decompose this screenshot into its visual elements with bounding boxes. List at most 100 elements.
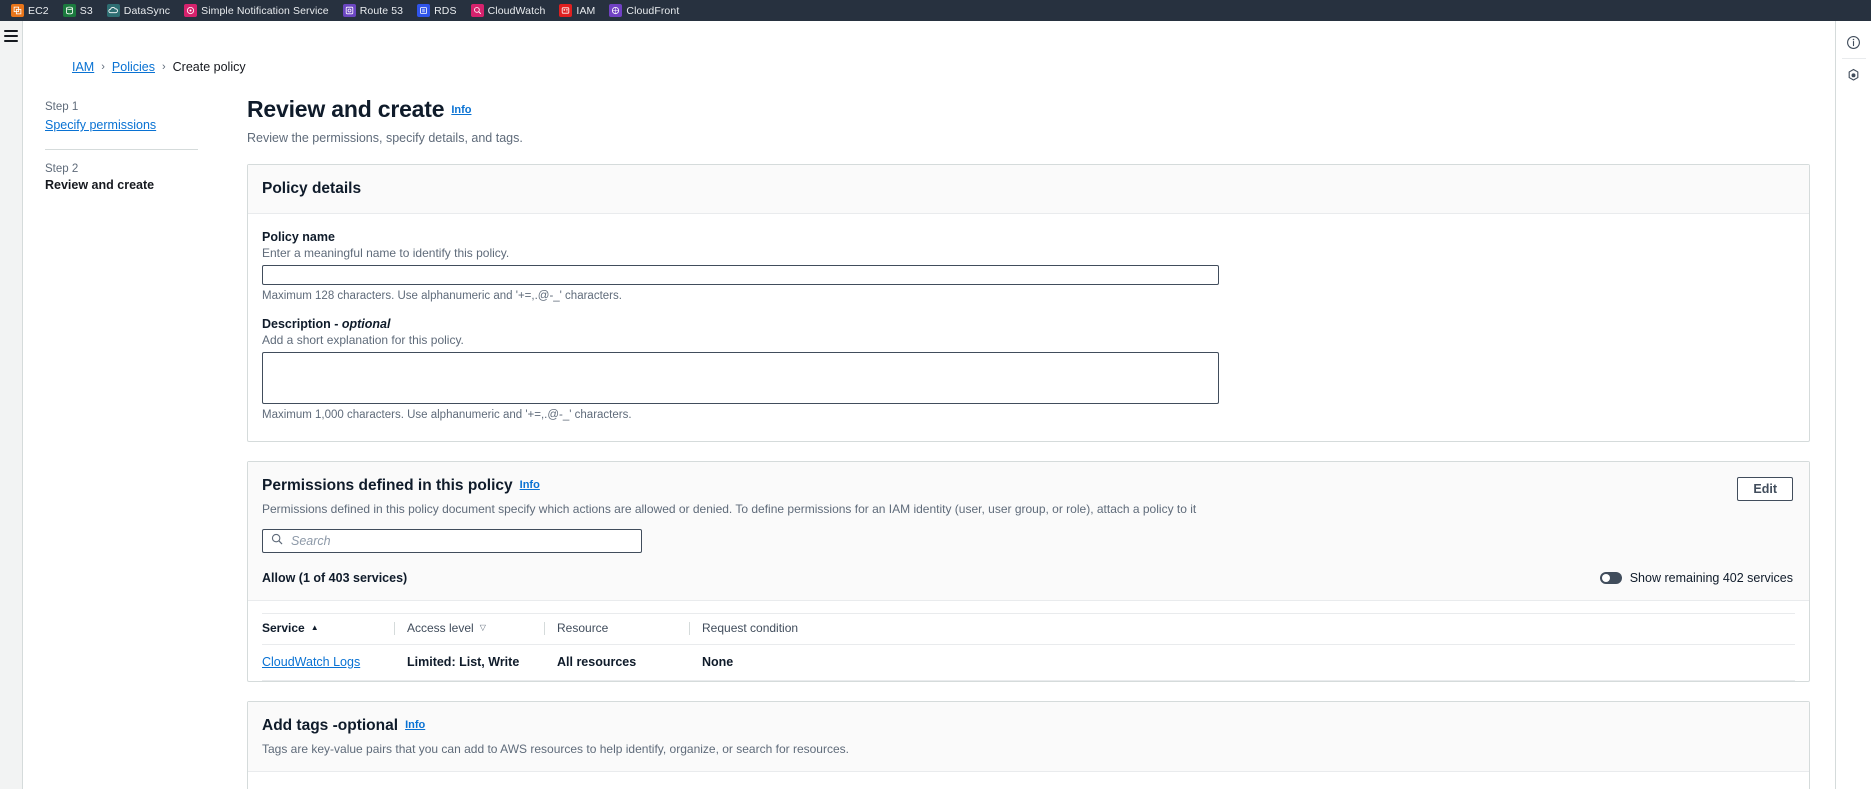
cell-resource: All resources (557, 644, 702, 681)
page-header: Review and create Info Review the permiss… (247, 96, 1835, 145)
sort-ascending-icon: ▲ (310, 623, 319, 632)
iam-icon (559, 4, 573, 17)
policy-description-description: Add a short explanation for this policy. (262, 333, 464, 347)
toggle-knob (1601, 574, 1610, 582)
bookmark-label: DataSync (123, 4, 171, 17)
breadcrumb-item-iam[interactable]: IAM (72, 60, 94, 74)
step-1-number: Step 1 (45, 101, 79, 113)
step-divider (45, 149, 198, 150)
service-link-cloudwatch-logs[interactable]: CloudWatch Logs (262, 655, 360, 669)
toggle-label: Show remaining 402 services (1629, 571, 1793, 585)
cell-request-condition: None (702, 644, 1795, 681)
add-tags-header: Add tags - optional Info Tags are key-val… (248, 702, 1809, 772)
policy-details-header: Policy details (248, 165, 1809, 214)
permissions-header: Permissions defined in this policy Info P… (248, 462, 1809, 601)
policy-description-constraint: Maximum 1,000 characters. Use alphanumer… (262, 409, 632, 421)
cloudwatch-icon (470, 4, 484, 17)
bookmark-label: CloudWatch (487, 4, 546, 17)
permissions-table: Service ▲ Access level ▽ Resource Reques… (262, 613, 1795, 681)
step-2: Step 2 Review and create (45, 163, 220, 192)
column-header-request-condition-label: Request condition (702, 621, 799, 635)
rail-divider (1841, 58, 1866, 59)
permissions-title: Permissions defined in this policy (262, 477, 513, 494)
search-icon (271, 532, 283, 550)
permissions-search-box[interactable] (262, 529, 642, 553)
policy-description-label-text: Description - (262, 317, 342, 331)
column-header-access-level[interactable]: Access level ▽ (407, 613, 557, 645)
breadcrumb-separator-icon: › (101, 61, 105, 73)
add-tags-card: Add tags - optional Info Tags are key-val… (247, 701, 1810, 789)
column-header-service[interactable]: Service ▲ (262, 613, 407, 645)
app-shell: IAM › Policies › Create policy Step 1 Sp… (0, 21, 1871, 789)
bookmark-cloudwatch[interactable]: CloudWatch (464, 0, 553, 21)
settings-icon[interactable] (1839, 60, 1869, 90)
bookmark-s3[interactable]: S3 (56, 0, 100, 21)
left-rail (0, 21, 23, 789)
show-remaining-services-toggle[interactable]: Show remaining 402 services (1599, 571, 1793, 585)
page-info-link[interactable]: Info (451, 104, 471, 116)
table-header-row: Service ▲ Access level ▽ Resource Reques… (262, 613, 1795, 645)
right-rail (1835, 21, 1871, 789)
policy-details-card: Policy details Policy name Enter a meani… (247, 164, 1810, 442)
content-column: Policy details Policy name Enter a meani… (247, 164, 1810, 789)
add-tags-title: Add tags - (262, 717, 338, 734)
permissions-info-link[interactable]: Info (520, 479, 540, 491)
main-content: IAM › Policies › Create policy Step 1 Sp… (23, 21, 1835, 789)
breadcrumb-separator-icon: › (161, 61, 166, 73)
bookmark-datasync[interactable]: DataSync (100, 0, 177, 21)
cloudfront-icon (609, 4, 623, 17)
add-tags-info-link[interactable]: Info (405, 719, 425, 731)
policy-description-textarea[interactable] (262, 352, 1219, 404)
menu-hamburger-icon[interactable] (4, 30, 18, 42)
policy-description-optional: optional (341, 317, 391, 331)
policy-name-field: Policy name Enter a meaningful name to i… (262, 230, 1795, 302)
info-circle-icon[interactable] (1839, 27, 1869, 57)
add-tags-optional: optional (337, 717, 399, 734)
bookmark-label: Route 53 (359, 4, 404, 17)
route53-icon (342, 4, 356, 17)
column-divider (544, 621, 545, 635)
bookmark-label: CloudFront (626, 4, 680, 17)
steps-nav: Step 1 Specify permissions Step 2 Review… (45, 101, 220, 192)
breadcrumb: IAM › Policies › Create policy (72, 21, 1835, 74)
step-1: Step 1 Specify permissions (45, 101, 220, 134)
column-header-service-label: Service (262, 621, 305, 635)
policy-name-constraint: Maximum 128 characters. Use alphanumeric… (262, 290, 622, 302)
permissions-search-input[interactable] (289, 533, 633, 549)
bookmark-ec2[interactable]: EC2 (4, 0, 56, 21)
bookmark-label: EC2 (28, 4, 49, 17)
breadcrumb-item-policies[interactable]: Policies (112, 60, 155, 74)
cell-service: CloudWatch Logs (262, 644, 407, 681)
step-1-link[interactable]: Specify permissions (45, 118, 156, 132)
toggle-switch[interactable] (1599, 572, 1622, 584)
s3-icon (62, 4, 76, 17)
step-2-number: Step 2 (45, 163, 79, 175)
step-2-label: Review and create (45, 178, 155, 192)
policy-name-input[interactable] (262, 265, 1219, 285)
bookmark-iam[interactable]: IAM (552, 0, 602, 21)
bookmark-route53[interactable]: Route 53 (336, 0, 410, 21)
permissions-header-row: Permissions defined in this policy Info P… (262, 477, 1795, 516)
permissions-header-text: Permissions defined in this policy Info P… (262, 477, 1196, 516)
column-header-request-condition[interactable]: Request condition (702, 613, 1795, 645)
bookmark-label: RDS (434, 4, 457, 17)
ec2-icon (11, 4, 24, 17)
column-divider (689, 621, 690, 635)
policy-details-title: Policy details (262, 180, 362, 197)
edit-permissions-button[interactable]: Edit (1737, 477, 1793, 501)
bookmark-label: S3 (79, 4, 93, 17)
permissions-table-wrap: Service ▲ Access level ▽ Resource Reques… (248, 613, 1809, 681)
column-header-resource-label: Resource (557, 621, 609, 635)
policy-name-label: Policy name (262, 230, 335, 244)
bookmark-sns[interactable]: Simple Notification Service (177, 0, 336, 21)
column-divider (394, 621, 395, 635)
bookmark-rds[interactable]: RDS (410, 0, 463, 21)
column-header-resource[interactable]: Resource (557, 613, 702, 645)
add-tags-body: No tags associated with the resource. Ad… (248, 772, 1809, 789)
permissions-card: Permissions defined in this policy Info P… (247, 461, 1810, 682)
sns-icon (184, 4, 198, 17)
bookmark-cloudfront[interactable]: CloudFront (602, 0, 686, 21)
sort-descending-icon: ▽ (479, 623, 486, 632)
policy-description-label: Description - optional (262, 317, 1795, 331)
table-body: CloudWatch Logs Limited: List, Write All… (262, 644, 1795, 681)
